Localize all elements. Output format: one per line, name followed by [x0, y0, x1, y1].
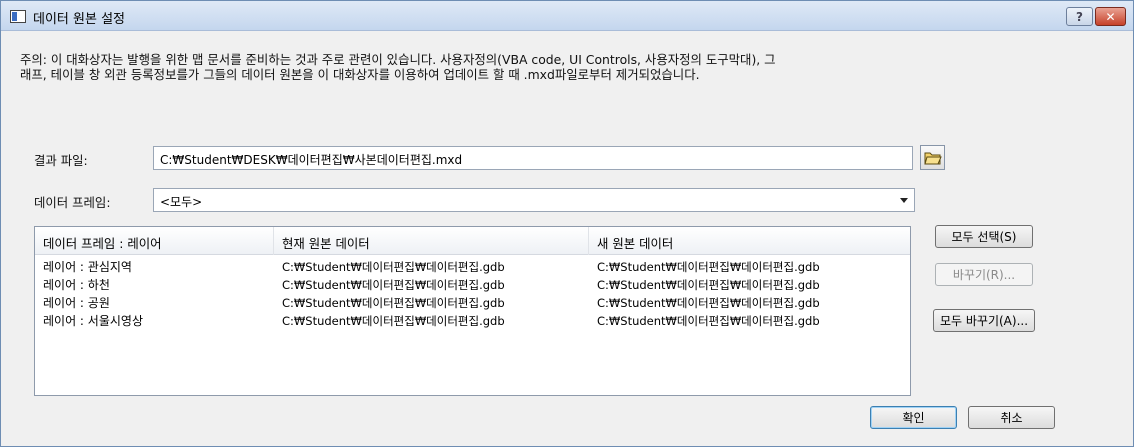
- close-button[interactable]: ✕: [1095, 7, 1126, 26]
- cell-current-source: C:₩Student₩데이터편집₩데이터편집.gdb: [282, 314, 505, 328]
- layer-source-list[interactable]: 데이터 프레임 : 레이어 현재 원본 데이터 새 원본 데이터 레이어 : 관…: [34, 226, 911, 396]
- result-file-label: 결과 파일:: [34, 153, 88, 168]
- cell-new-source: C:₩Student₩데이터편집₩데이터편집.gdb: [597, 278, 820, 292]
- result-file-input[interactable]: C:₩Student₩DESK₩데이터편집₩사본데이터편집.mxd: [153, 146, 913, 170]
- notice-line-2: 래프, 테이블 창 외관 등록정보를가 그들의 데이터 원본을 이 대화상자를 …: [20, 67, 700, 82]
- table-row[interactable]: 레이어 : 공원 C:₩Student₩데이터편집₩데이터편집.gdb C:₩S…: [35, 295, 910, 311]
- cell-new-source: C:₩Student₩데이터편집₩데이터편집.gdb: [597, 296, 820, 310]
- replace-all-button[interactable]: 모두 바꾸기(A)...: [933, 309, 1035, 332]
- table-row[interactable]: 레이어 : 관심지역 C:₩Student₩데이터편집₩데이터편집.gdb C:…: [35, 259, 910, 275]
- open-folder-icon: [923, 152, 942, 164]
- cell-layer: 레이어 : 관심지역: [43, 260, 132, 274]
- cell-new-source: C:₩Student₩데이터편집₩데이터편집.gdb: [597, 314, 820, 328]
- browse-button[interactable]: [920, 145, 945, 170]
- help-button[interactable]: ?: [1066, 7, 1093, 26]
- column-header-layer[interactable]: 데이터 프레임 : 레이어: [35, 227, 274, 255]
- column-header-current-source[interactable]: 현재 원본 데이터: [274, 227, 589, 255]
- chevron-down-icon: [900, 198, 908, 203]
- cell-layer: 레이어 : 서울시영상: [43, 314, 143, 328]
- table-row[interactable]: 레이어 : 서울시영상 C:₩Student₩데이터편집₩데이터편집.gdb C…: [35, 313, 910, 329]
- replace-button[interactable]: 바꾸기(R)...: [935, 263, 1033, 286]
- cell-layer: 레이어 : 하천: [43, 278, 110, 292]
- cell-current-source: C:₩Student₩데이터편집₩데이터편집.gdb: [282, 278, 505, 292]
- table-row[interactable]: 레이어 : 하천 C:₩Student₩데이터편집₩데이터편집.gdb C:₩S…: [35, 277, 910, 293]
- data-frame-select[interactable]: <모두>: [153, 188, 915, 212]
- cell-new-source: C:₩Student₩데이터편집₩데이터편집.gdb: [597, 260, 820, 274]
- title-bar[interactable]: 데이터 원본 설정 ? ✕: [1, 1, 1133, 31]
- ok-button[interactable]: 확인: [870, 406, 957, 429]
- data-source-dialog: 데이터 원본 설정 ? ✕ 주의: 이 대화상자는 발행을 위한 맵 문서를 준…: [0, 0, 1134, 447]
- data-frame-label: 데이터 프레임:: [34, 195, 111, 210]
- select-all-button[interactable]: 모두 선택(S): [935, 225, 1033, 248]
- cancel-button[interactable]: 취소: [968, 406, 1055, 429]
- window-title: 데이터 원본 설정: [33, 12, 125, 27]
- column-header-new-source[interactable]: 새 원본 데이터: [589, 227, 910, 255]
- data-frame-selected-value: <모두>: [160, 195, 203, 209]
- notice-line-1: 주의: 이 대화상자는 발행을 위한 맵 문서를 준비하는 것과 주로 관련이 …: [20, 52, 776, 67]
- notice-text: 주의: 이 대화상자는 발행을 위한 맵 문서를 준비하는 것과 주로 관련이 …: [20, 52, 1110, 82]
- cell-layer: 레이어 : 공원: [43, 296, 110, 310]
- cell-current-source: C:₩Student₩데이터편집₩데이터편집.gdb: [282, 260, 505, 274]
- cell-current-source: C:₩Student₩데이터편집₩데이터편집.gdb: [282, 296, 505, 310]
- app-icon: [10, 10, 26, 23]
- list-header: 데이터 프레임 : 레이어 현재 원본 데이터 새 원본 데이터: [35, 227, 910, 255]
